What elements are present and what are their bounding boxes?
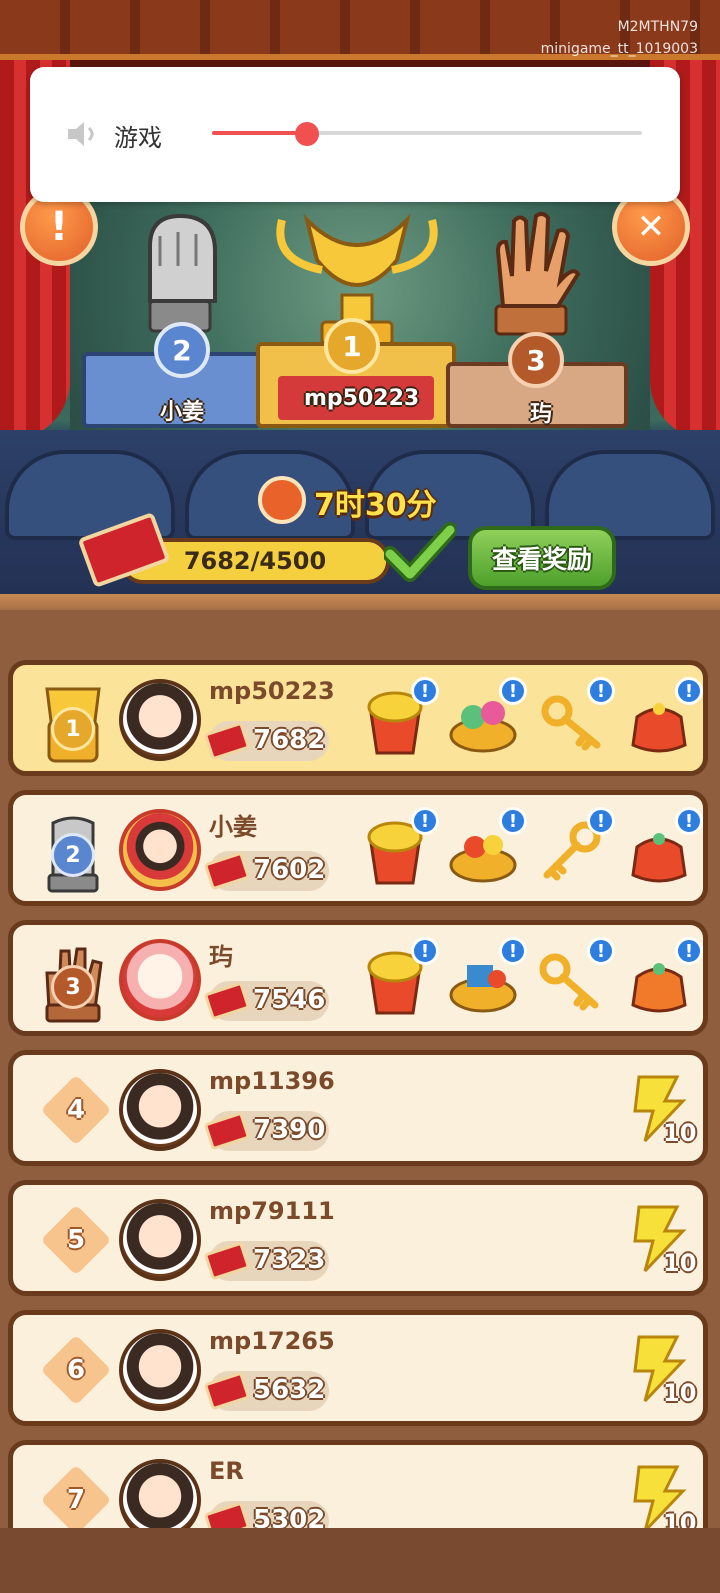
ticket-icon [203, 1241, 251, 1281]
reward-count: 10 [663, 1249, 697, 1277]
gold-ingot-bucket-reward[interactable]: ! [357, 937, 439, 1019]
info-badge-icon[interactable]: ! [587, 937, 615, 965]
score-pill: 5632 [203, 1371, 329, 1411]
leaderboard-row[interactable]: 1 mp50223 7682 ! ! ! ! [8, 660, 708, 776]
checkmark-icon [384, 522, 456, 582]
watermark-line-1: M2MTHN79 [617, 19, 698, 35]
view-rewards-button[interactable]: 查看奖励 [468, 526, 616, 590]
score-pill: 7390 [203, 1111, 329, 1151]
lucky-bag-reward[interactable]: ! [621, 937, 703, 1019]
rank-number: 2 [51, 833, 95, 877]
treasure-bowl-reward[interactable]: ! [445, 937, 527, 1019]
player-name: mp50223 [209, 677, 335, 705]
podium-first-name: mp50223 [304, 386, 420, 411]
rank-number: 1 [51, 707, 95, 751]
reward-count: 10 [663, 1379, 697, 1407]
player-name: mp17265 [209, 1327, 335, 1355]
watermark-line-2: minigame_tt_1019003 [540, 41, 698, 57]
gold-ingot-bucket-reward[interactable]: ! [357, 807, 439, 889]
podium-second-rank: 2 [154, 322, 210, 378]
score-value: 5632 [253, 1375, 326, 1405]
leaderboard-row[interactable]: 5 mp79111 7323 10 [8, 1180, 708, 1296]
player-name: 小姜 [209, 813, 257, 841]
reward-count: 10 [663, 1119, 697, 1147]
leaderboard-row[interactable]: 6 mp17265 5632 10 [8, 1310, 708, 1426]
avatar[interactable] [119, 679, 201, 761]
info-badge-icon[interactable]: ! [587, 807, 615, 835]
leaderboard-row[interactable]: 4 mp11396 7390 10 [8, 1050, 708, 1166]
score-pill: 7602 [203, 851, 329, 891]
leaderboard-list[interactable]: 1 mp50223 7682 ! ! ! ! 2 小姜 7602 ! ! ! !… [8, 660, 712, 1570]
rank-number: 4 [66, 1095, 86, 1125]
rank-number: 6 [66, 1355, 86, 1385]
rank-number: 5 [66, 1225, 86, 1255]
volume-slider[interactable] [212, 131, 642, 135]
avatar[interactable] [119, 809, 201, 891]
avatar[interactable] [119, 1329, 201, 1411]
score-value: 7682 [253, 725, 326, 755]
volume-label: 游戏 [114, 124, 162, 152]
stopwatch-icon [258, 476, 306, 524]
treasure-bowl-reward[interactable]: ! [445, 807, 527, 889]
score-pill: 7323 [203, 1241, 329, 1281]
info-badge-icon[interactable]: ! [499, 677, 527, 705]
score-pill: 7682 [203, 721, 329, 761]
lucky-bag-reward[interactable]: ! [621, 677, 703, 759]
player-name: mp79111 [209, 1197, 335, 1225]
rank-number: 7 [66, 1485, 86, 1515]
avatar[interactable] [119, 1069, 201, 1151]
score-value: 7546 [253, 985, 326, 1015]
countdown-timer: 7时30分 [314, 488, 437, 523]
bronze-hand-icon [494, 211, 581, 336]
key-reward[interactable]: ! [533, 937, 615, 1019]
leaderboard-row[interactable]: 2 小姜 7602 ! ! ! ! [8, 790, 708, 906]
player-name: 玙 [209, 943, 233, 971]
gold-ingot-bucket-reward[interactable]: ! [357, 677, 439, 759]
score-value: 7323 [253, 1245, 326, 1275]
info-icon: ! [49, 204, 69, 250]
info-badge-icon[interactable]: ! [587, 677, 615, 705]
ticket-icon [203, 851, 251, 891]
ticket-icon [203, 1111, 251, 1151]
podium-first-rank: 1 [324, 318, 380, 374]
watermark: M2MTHN79 minigame_tt_1019003 [541, 16, 698, 60]
info-badge-icon[interactable]: ! [411, 807, 439, 835]
key-reward[interactable]: ! [533, 807, 615, 889]
close-icon: ✕ [636, 207, 666, 247]
reward-items: ! ! ! ! [351, 673, 703, 769]
podium-second-name: 小姜 [160, 400, 205, 425]
rank-number: 3 [51, 965, 95, 1009]
avatar[interactable] [119, 1199, 201, 1281]
player-name: mp11396 [209, 1067, 335, 1095]
score-value: 7602 [253, 855, 326, 885]
reward-items: ! ! ! ! [351, 933, 703, 1029]
info-badge-icon[interactable]: ! [675, 677, 703, 705]
speaker-icon[interactable] [66, 120, 100, 148]
volume-slider-thumb[interactable] [294, 122, 319, 146]
ticket-icon [203, 721, 251, 761]
reward-items: ! ! ! ! [351, 803, 703, 899]
key-reward[interactable]: ! [533, 677, 615, 759]
avatar[interactable] [119, 939, 201, 1021]
player-name: ER [209, 1457, 244, 1485]
info-badge-icon[interactable]: ! [675, 807, 703, 835]
info-badge-icon[interactable]: ! [411, 937, 439, 965]
leaderboard-row[interactable]: 3 玙 7546 ! ! ! ! [8, 920, 708, 1036]
info-badge-icon[interactable]: ! [675, 937, 703, 965]
silver-fist-icon [148, 213, 217, 333]
podium-third-name: 玙 [530, 402, 553, 427]
volume-slider-fill [212, 131, 307, 135]
info-badge-icon[interactable]: ! [499, 807, 527, 835]
score-pill: 7546 [203, 981, 329, 1021]
podium-third-rank: 3 [508, 332, 564, 388]
treasure-bowl-reward[interactable]: ! [445, 677, 527, 759]
bottom-bar [0, 1528, 720, 1593]
ticket-icon [203, 981, 251, 1021]
score-value: 7390 [253, 1115, 326, 1145]
lucky-bag-reward[interactable]: ! [621, 807, 703, 889]
ticket-icon [203, 1371, 251, 1411]
info-badge-icon[interactable]: ! [499, 937, 527, 965]
info-badge-icon[interactable]: ! [411, 677, 439, 705]
